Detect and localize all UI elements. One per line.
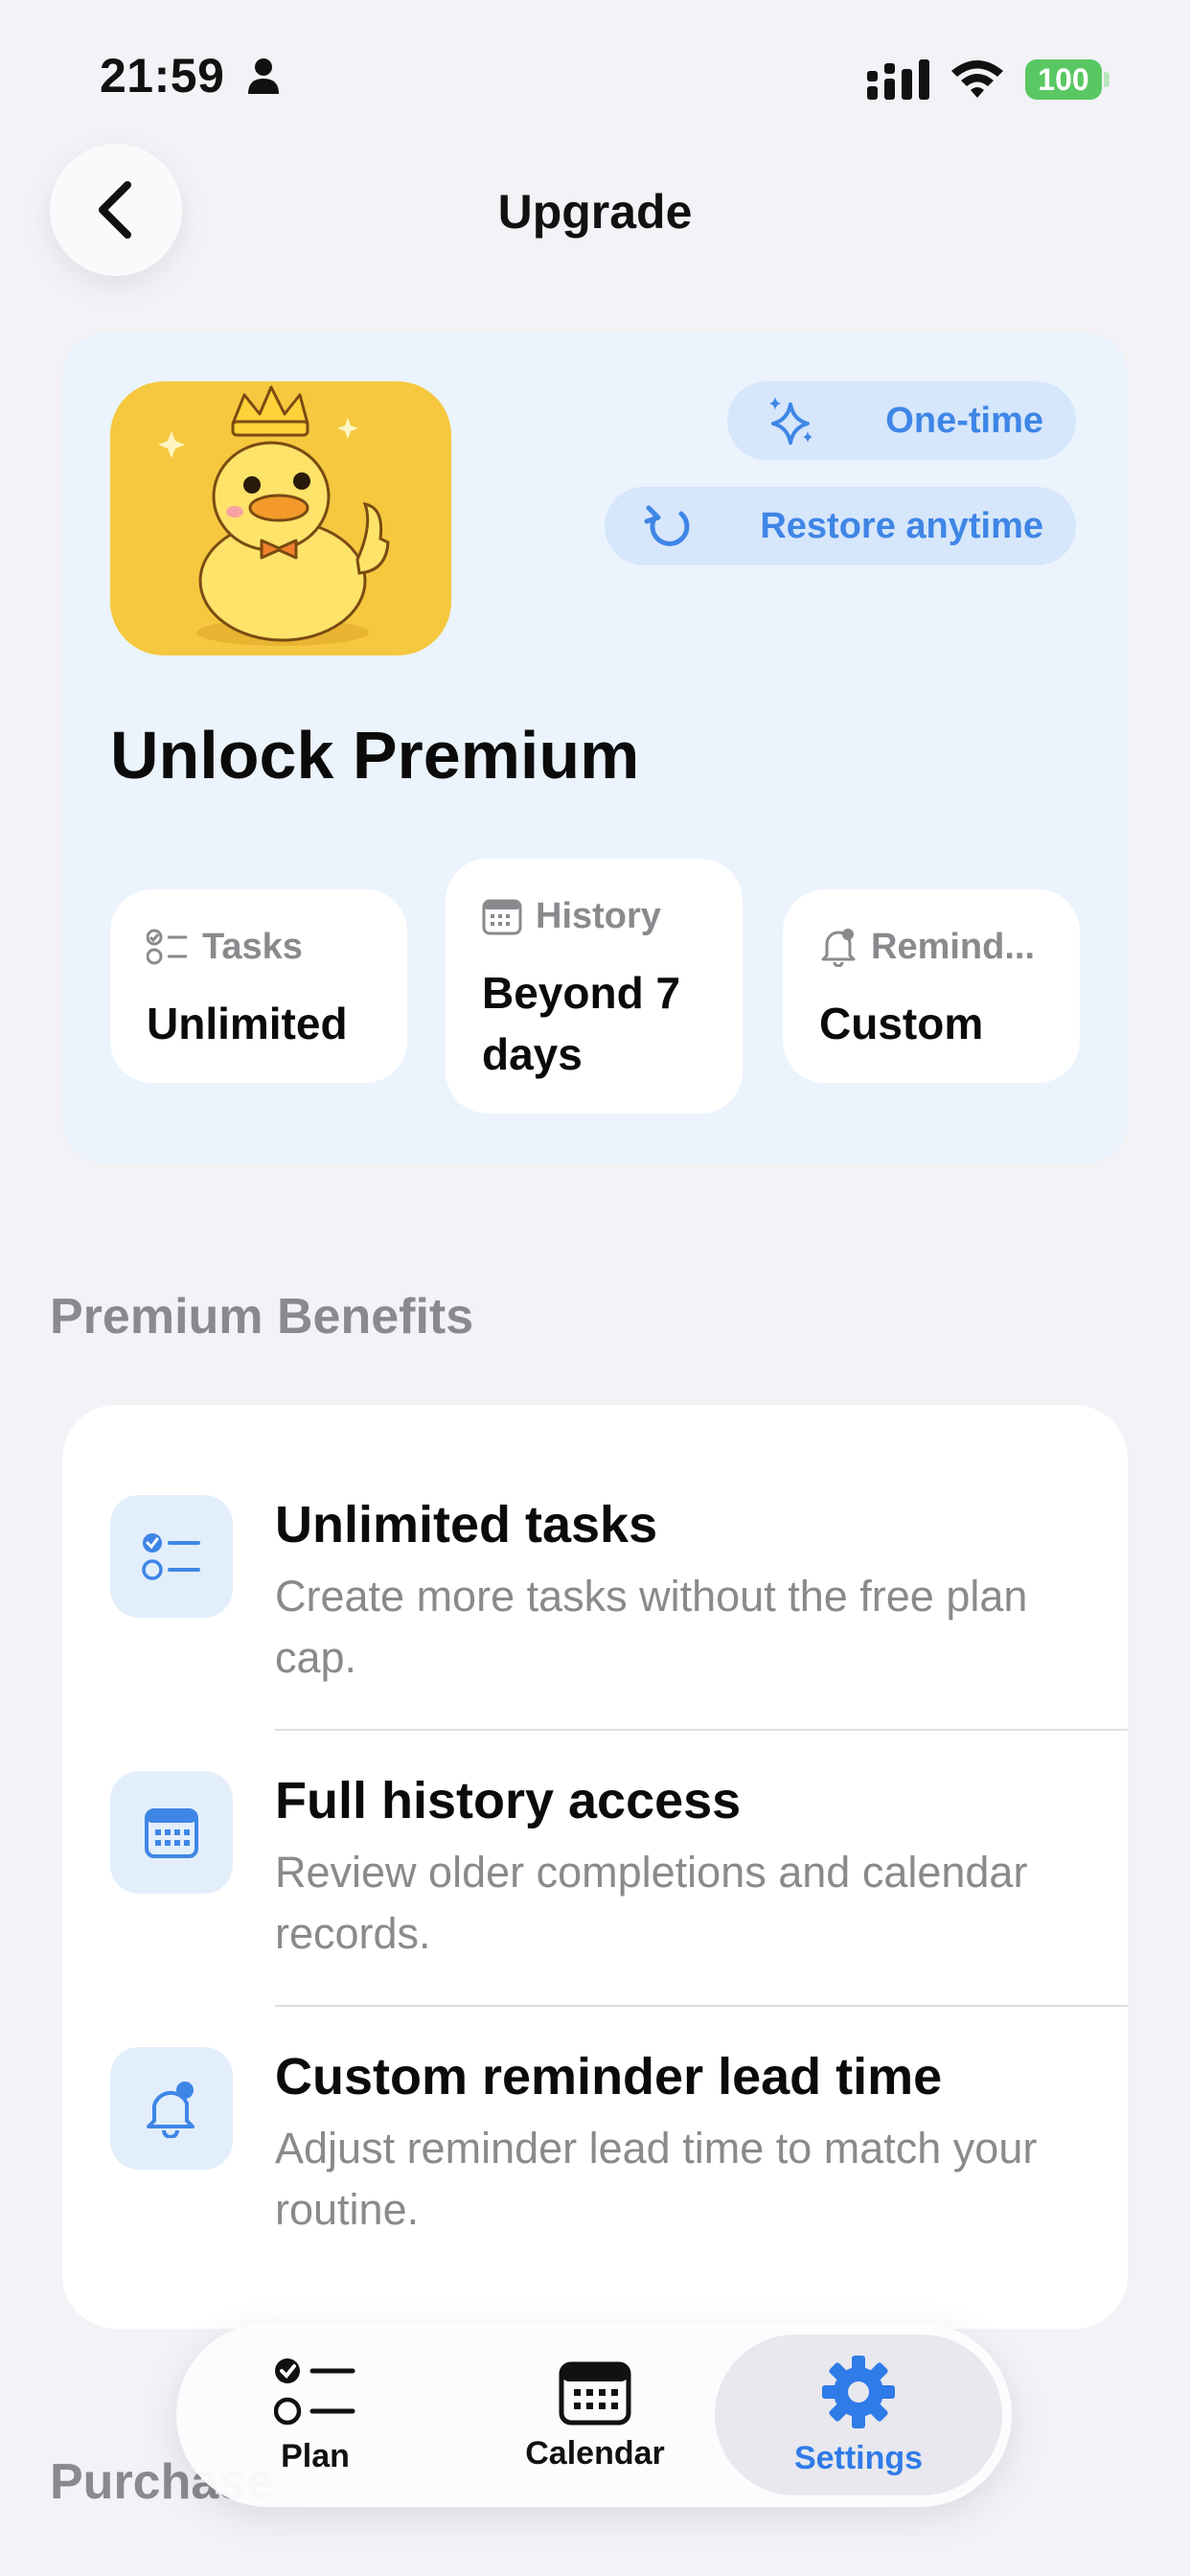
benefit-title: Unlimited tasks	[275, 1496, 658, 1553]
checklist-icon	[110, 1495, 233, 1618]
calendar-icon	[482, 899, 522, 935]
checklist-icon	[274, 2358, 355, 2425]
tab-calendar[interactable]: Calendar	[456, 2323, 734, 2507]
one-time-label: One-time	[885, 400, 1043, 441]
duck-mascot-image	[110, 381, 451, 656]
person-icon	[248, 58, 279, 94]
reminder-stat-value: Custom	[819, 999, 984, 1048]
wifi-icon	[951, 60, 1003, 98]
benefit-title: Full history access	[275, 1772, 742, 1829]
reminder-stat-card: Remind... Custom	[783, 889, 1080, 1083]
restore-anytime-badge: Restore anytime	[605, 487, 1076, 565]
tab-plan[interactable]: Plan	[176, 2323, 454, 2507]
restore-anytime-label: Restore anytime	[760, 505, 1043, 546]
sparkles-icon	[769, 397, 812, 445]
tasks-stat-value: Unlimited	[147, 999, 348, 1048]
tasks-stat-label: Tasks	[202, 926, 303, 967]
tab-calendar-label: Calendar	[525, 2434, 665, 2472]
one-time-badge: One-time	[727, 381, 1076, 460]
tab-plan-label: Plan	[281, 2437, 350, 2474]
battery-indicator: 100	[1025, 59, 1102, 100]
premium-hero-card: One-time Restore anytime Unlock Premium …	[62, 334, 1128, 1163]
cellular-signal-icon	[867, 59, 929, 100]
tab-settings[interactable]: Settings	[715, 2334, 1002, 2496]
benefit-description: Create more tasks without the free plan …	[275, 1572, 1028, 1682]
benefit-item-custom-reminder: Custom reminder lead time Adjust reminde…	[62, 1957, 1128, 2234]
checklist-icon	[147, 929, 187, 965]
battery-tip	[1104, 72, 1110, 87]
benefit-description: Review older completions and calendar re…	[275, 1848, 1028, 1958]
status-time: 21:59	[100, 49, 225, 103]
calendar-icon	[559, 2361, 631, 2425]
history-stat-label: History	[536, 895, 661, 936]
history-stat-card: History Beyond 7 days	[446, 859, 743, 1114]
benefits-card: Unlimited tasks Create more tasks withou…	[62, 1405, 1128, 2329]
premium-benefits-heading: Premium Benefits	[50, 1289, 474, 1345]
calendar-icon	[110, 1771, 233, 1894]
tasks-stat-card: Tasks Unlimited	[110, 889, 407, 1083]
tab-bar: Plan Calendar Settings	[176, 2323, 1012, 2507]
benefit-item-full-history: Full history access Review older complet…	[62, 1681, 1128, 1958]
bell-icon	[821, 929, 856, 967]
gear-icon	[822, 2355, 895, 2428]
bell-icon	[110, 2047, 233, 2170]
restore-arrow-icon	[644, 505, 690, 546]
tab-settings-label: Settings	[793, 2439, 924, 2476]
unlock-premium-title: Unlock Premium	[110, 718, 640, 793]
benefit-description: Adjust reminder lead time to match your …	[275, 2124, 1038, 2234]
page-title: Upgrade	[497, 185, 693, 239]
history-stat-value: Beyond 7 days	[482, 968, 681, 1079]
reminder-stat-label: Remind...	[871, 926, 1036, 967]
benefit-item-unlimited-tasks: Unlimited tasks Create more tasks withou…	[62, 1405, 1128, 1682]
benefit-title: Custom reminder lead time	[275, 2048, 943, 2105]
status-bar: 21:59 100	[0, 0, 1190, 153]
